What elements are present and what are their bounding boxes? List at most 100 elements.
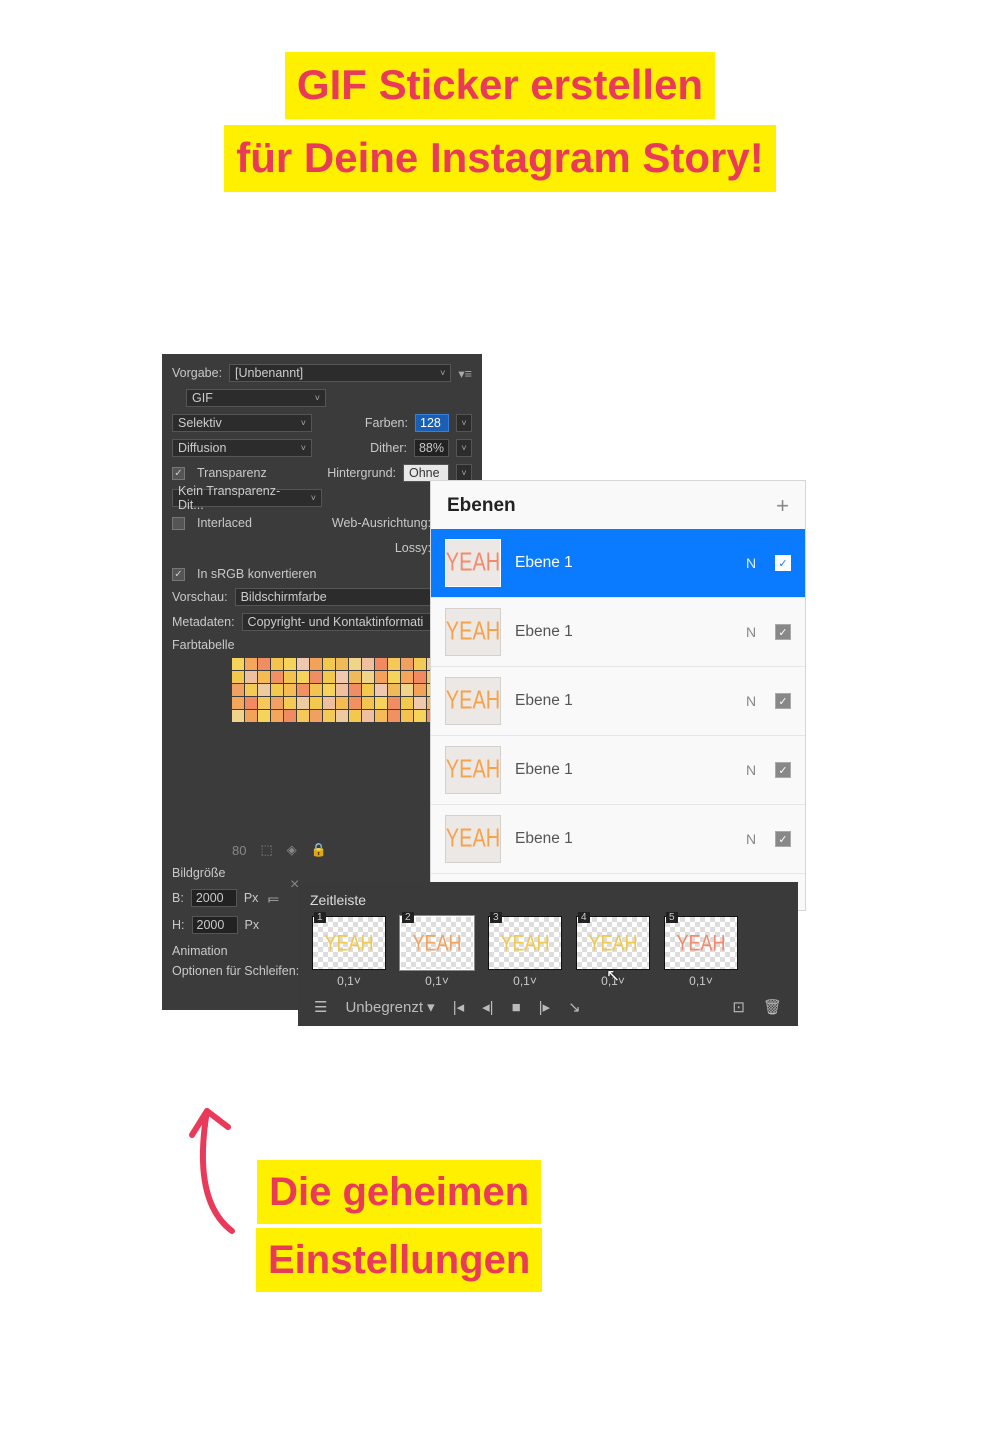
color-swatch[interactable] — [388, 710, 400, 722]
frame-delay[interactable]: 0,1˅ — [664, 974, 738, 988]
color-swatch[interactable] — [401, 710, 413, 722]
width-value[interactable]: 2000 — [191, 889, 237, 907]
color-swatch[interactable] — [258, 697, 270, 709]
prev-frame-icon[interactable]: ◂| — [482, 998, 493, 1016]
color-swatch[interactable] — [414, 710, 426, 722]
color-swatch[interactable] — [401, 658, 413, 670]
color-swatch[interactable] — [297, 658, 309, 670]
color-swatch[interactable] — [349, 697, 361, 709]
color-swatch[interactable] — [297, 710, 309, 722]
color-swatch[interactable] — [245, 684, 257, 696]
timeline-menu-icon[interactable]: ☰ — [314, 998, 327, 1016]
color-swatch[interactable] — [375, 671, 387, 683]
layer-visible-checkbox[interactable]: ✓ — [775, 624, 791, 640]
first-frame-icon[interactable]: |◂ — [453, 998, 464, 1016]
color-swatch[interactable] — [362, 710, 374, 722]
color-swatch[interactable] — [349, 671, 361, 683]
color-swatch[interactable] — [271, 658, 283, 670]
color-swatch[interactable] — [245, 658, 257, 670]
color-swatch[interactable] — [297, 684, 309, 696]
color-swatch[interactable] — [375, 710, 387, 722]
color-swatch[interactable] — [232, 710, 244, 722]
color-swatch[interactable] — [388, 684, 400, 696]
color-swatch[interactable] — [349, 658, 361, 670]
color-swatch[interactable] — [388, 671, 400, 683]
color-swatch[interactable] — [245, 710, 257, 722]
next-frame-icon[interactable]: |▸ — [539, 998, 550, 1016]
colors-value[interactable]: 128 — [415, 414, 449, 432]
color-swatch[interactable] — [323, 671, 335, 683]
timeline-frame[interactable]: 5 YEAH 0,1˅ — [664, 916, 738, 988]
color-swatch[interactable] — [349, 710, 361, 722]
color-swatch[interactable] — [401, 697, 413, 709]
layer-row[interactable]: YEAH Ebene 1 N ✓ — [431, 804, 805, 873]
srgb-checkbox[interactable] — [172, 568, 185, 581]
layer-row[interactable]: YEAH Ebene 1 N ✓ — [431, 597, 805, 666]
color-swatch[interactable] — [414, 671, 426, 683]
link-icon[interactable]: ⫭ — [267, 886, 279, 909]
color-swatch[interactable] — [388, 697, 400, 709]
color-swatch[interactable] — [232, 658, 244, 670]
color-swatch[interactable] — [284, 710, 296, 722]
color-swatch[interactable] — [375, 697, 387, 709]
color-swatch[interactable] — [323, 658, 335, 670]
color-swatch[interactable] — [323, 697, 335, 709]
color-swatch[interactable] — [284, 671, 296, 683]
color-swatch[interactable] — [362, 684, 374, 696]
trans-dither-dropdown[interactable]: Kein Transparenz-Dit...˅ — [172, 489, 322, 507]
frame-delay[interactable]: 0,1˅ — [488, 974, 562, 988]
color-swatch[interactable] — [323, 710, 335, 722]
layer-row[interactable]: YEAH Ebene 1 N ✓ — [431, 529, 805, 597]
frame-delay[interactable]: 0,1˅ — [400, 974, 474, 988]
color-swatch[interactable] — [232, 697, 244, 709]
tween-icon[interactable]: ↘ — [568, 998, 581, 1016]
color-swatch[interactable] — [388, 658, 400, 670]
interlaced-checkbox[interactable] — [172, 517, 185, 530]
color-swatch[interactable] — [258, 671, 270, 683]
color-swatch[interactable] — [232, 684, 244, 696]
timeline-frame[interactable]: 2 YEAH 0,1˅ — [400, 916, 474, 988]
color-swatch[interactable] — [362, 671, 374, 683]
timeline-frame[interactable]: 1 YEAH 0,1˅ — [312, 916, 386, 988]
dither-value[interactable]: 88% — [414, 439, 449, 457]
color-swatch[interactable] — [362, 697, 374, 709]
color-swatch[interactable] — [375, 684, 387, 696]
color-swatch[interactable] — [375, 658, 387, 670]
color-swatch[interactable] — [271, 671, 283, 683]
color-swatch[interactable] — [414, 658, 426, 670]
preset-dropdown[interactable]: [Unbenannt]˅ — [229, 364, 451, 382]
color-swatch[interactable] — [401, 684, 413, 696]
color-swatch[interactable] — [284, 658, 296, 670]
color-swatch[interactable] — [284, 697, 296, 709]
colors-step[interactable]: ˅ — [456, 414, 472, 432]
color-swatch[interactable] — [414, 684, 426, 696]
layer-visible-checkbox[interactable]: ✓ — [775, 555, 791, 571]
color-swatch[interactable] — [232, 671, 244, 683]
tool-icon[interactable]: ⬚ — [260, 842, 272, 858]
layer-visible-checkbox[interactable]: ✓ — [775, 831, 791, 847]
color-swatch[interactable] — [414, 697, 426, 709]
panel-menu-icon[interactable]: ▾≡ — [458, 366, 472, 381]
color-swatch[interactable] — [245, 697, 257, 709]
color-swatch[interactable] — [336, 671, 348, 683]
reduction-dropdown[interactable]: Selektiv˅ — [172, 414, 312, 432]
layer-visible-checkbox[interactable]: ✓ — [775, 762, 791, 778]
timeline-frame[interactable]: 4 YEAH 0,1˅ ↖ — [576, 916, 650, 988]
layer-row[interactable]: YEAH Ebene 1 N ✓ — [431, 735, 805, 804]
stop-icon[interactable]: ■ — [512, 999, 521, 1016]
color-swatch[interactable] — [336, 697, 348, 709]
timeline-frame[interactable]: 3 YEAH 0,1˅ — [488, 916, 562, 988]
color-swatch[interactable] — [284, 684, 296, 696]
color-swatch[interactable] — [349, 684, 361, 696]
dither-dropdown[interactable]: Diffusion˅ — [172, 439, 312, 457]
layer-visible-checkbox[interactable]: ✓ — [775, 693, 791, 709]
color-swatch[interactable] — [401, 671, 413, 683]
frame-delay[interactable]: 0,1˅ — [312, 974, 386, 988]
height-value[interactable]: 2000 — [192, 916, 238, 934]
lock-icon[interactable]: 🔒 — [311, 842, 327, 858]
color-swatch[interactable] — [310, 697, 322, 709]
add-layer-icon[interactable]: + — [776, 493, 789, 519]
color-swatch[interactable] — [258, 658, 270, 670]
color-swatch[interactable] — [271, 697, 283, 709]
color-swatch[interactable] — [271, 684, 283, 696]
